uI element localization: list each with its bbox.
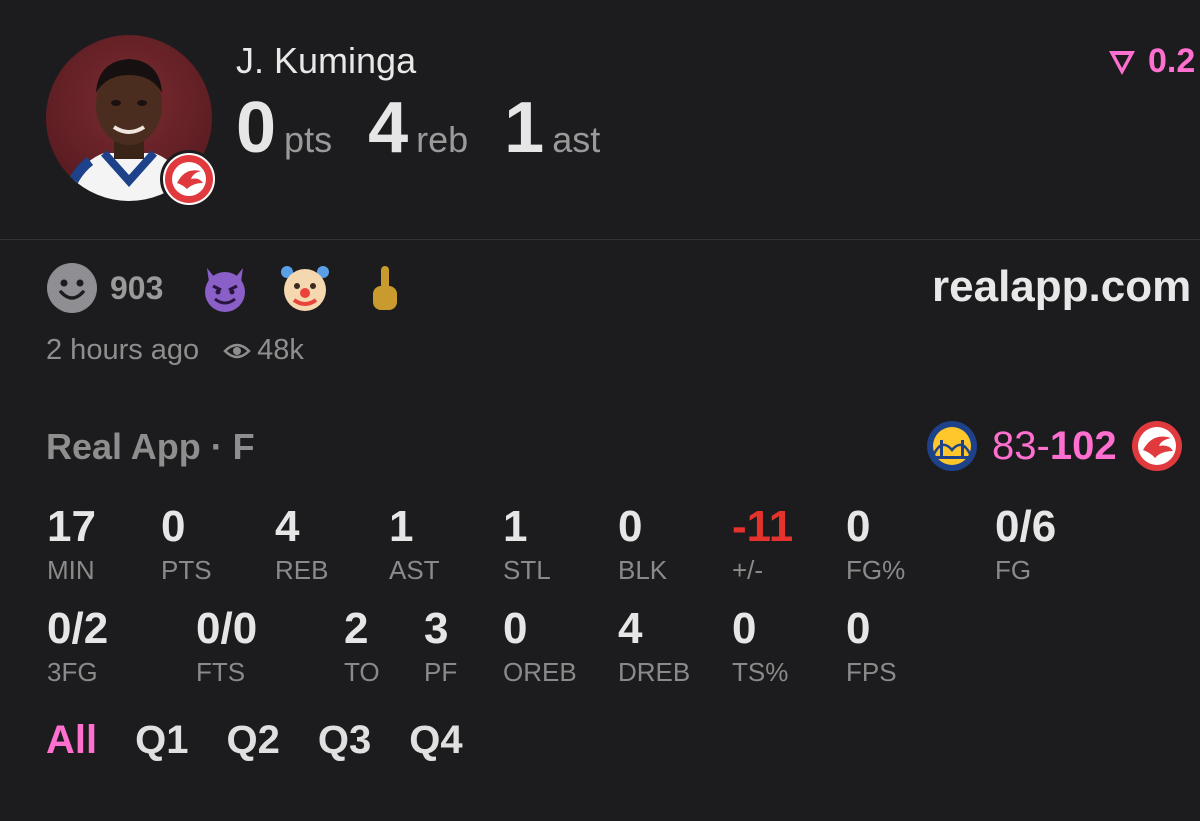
score-text: 83-102 [992,424,1117,469]
away-score: 83 [992,423,1037,468]
headline-rebounds-unit: reb [416,119,469,160]
tab-q3[interactable]: Q3 [318,718,371,763]
headline-assists-unit: ast [552,119,601,160]
stat-value: 0 [846,502,871,551]
devil-emoji [205,268,246,312]
home-score: 102 [1049,423,1117,468]
stat-label: FPS [846,657,897,687]
middle-finger-emoji-button[interactable] [359,262,411,314]
stat-value: 0 [846,604,871,653]
headline-stats: 0 pts 4 reb 1 ast [236,92,636,164]
stat-label: MIN [47,555,95,585]
period-tabs: All Q1 Q2 Q3 Q4 [46,718,501,763]
middle-finger-emoji [373,266,398,310]
stat-label: PTS [161,555,212,585]
stat-label: FG% [846,555,906,585]
post-meta: 2 hours ago 48k [46,334,304,367]
stat-to: 2 TO [344,607,380,688]
stat-fg: 0/6 FG [995,505,1056,586]
source-site-link[interactable]: realapp.com [932,262,1191,312]
stat-pts: 0 PTS [161,505,212,586]
stat-pf: 3 PF [424,607,457,688]
stat-stl: 1 STL [503,505,551,586]
stat-label: REB [275,555,329,585]
stat-plus-minus: -11 +/- [732,505,793,586]
stat-value: 0 [732,604,757,653]
stat-dreb: 4 DREB [618,607,690,688]
clown-emoji [281,266,330,311]
stat-value: -11 [732,502,794,551]
stat-label: TO [344,657,380,687]
game-score[interactable]: 83-102 [926,420,1183,472]
headline-assists-value: 1 [504,88,545,168]
stat-fps: 0 FPS [846,607,897,688]
hawks-badge-icon [160,150,218,208]
headline-points-unit: pts [284,119,333,160]
reactions-bar: 903 [46,262,439,314]
stat-ts-pct: 0 TS% [732,607,788,688]
stat-oreb: 0 OREB [503,607,577,688]
stat-value: 2 [344,604,369,653]
stat-label: +/- [732,555,764,585]
stat-label: FG [995,555,1032,585]
stat-label: TS% [732,657,789,687]
game-source: Real App · F [46,426,255,467]
stat-value: 17 [47,502,96,551]
rating-arrow-icon [1109,50,1135,75]
stat-label: BLK [618,555,668,585]
smiley-reaction-button[interactable]: 903 [46,262,199,314]
stat-3fg: 0/2 3FG [47,607,108,688]
tab-q1[interactable]: Q1 [135,718,188,763]
stat-label: STL [503,555,551,585]
headline-points-value: 0 [236,88,277,168]
stat-reb: 4 REB [275,505,328,586]
post-time: 2 hours ago [46,334,200,366]
stat-label: FTS [196,657,246,687]
divider [0,239,1200,240]
stat-min: 17 MIN [47,505,96,586]
stat-value: 1 [389,502,414,551]
stat-label: PF [424,657,458,687]
stat-fts: 0/0 FTS [196,607,257,688]
view-count: 48k [223,334,304,367]
score-separator: - [1036,423,1050,468]
tab-all[interactable]: All [46,718,97,763]
stat-label: AST [389,555,440,585]
view-count-value: 48k [257,334,304,366]
stat-value: 3 [424,604,449,653]
stat-value: 0 [618,502,643,551]
stat-value: 0 [503,604,528,653]
stat-label: DREB [618,657,691,687]
stat-label: OREB [503,657,577,687]
stat-value: 1 [503,502,528,551]
smiley-icon [47,263,97,313]
stat-value: 0 [161,502,186,551]
stat-label: 3FG [47,657,98,687]
hawks-logo [1131,421,1182,471]
stat-value: 4 [618,604,643,653]
tab-q2[interactable]: Q2 [226,718,279,763]
stat-blk: 0 BLK [618,505,667,586]
player-name[interactable]: J. Kuminga [236,40,416,82]
stat-fg-pct: 0 FG% [846,505,905,586]
stat-ast: 1 AST [389,505,440,586]
eye-icon [223,343,251,358]
rating-value: 0.2 [1148,42,1196,80]
tab-q4[interactable]: Q4 [409,718,462,763]
stat-value: 0/2 [47,604,109,653]
stat-value: 4 [275,502,300,551]
reaction-count: 903 [110,269,164,306]
clown-emoji-button[interactable] [279,262,331,314]
devil-emoji-button[interactable] [199,262,251,314]
headline-rebounds-value: 4 [368,88,409,168]
rating-badge[interactable]: 0.2 [1106,42,1195,81]
stat-value: 0/6 [995,502,1057,551]
warriors-logo [927,421,977,471]
stat-value: 0/0 [196,604,258,653]
